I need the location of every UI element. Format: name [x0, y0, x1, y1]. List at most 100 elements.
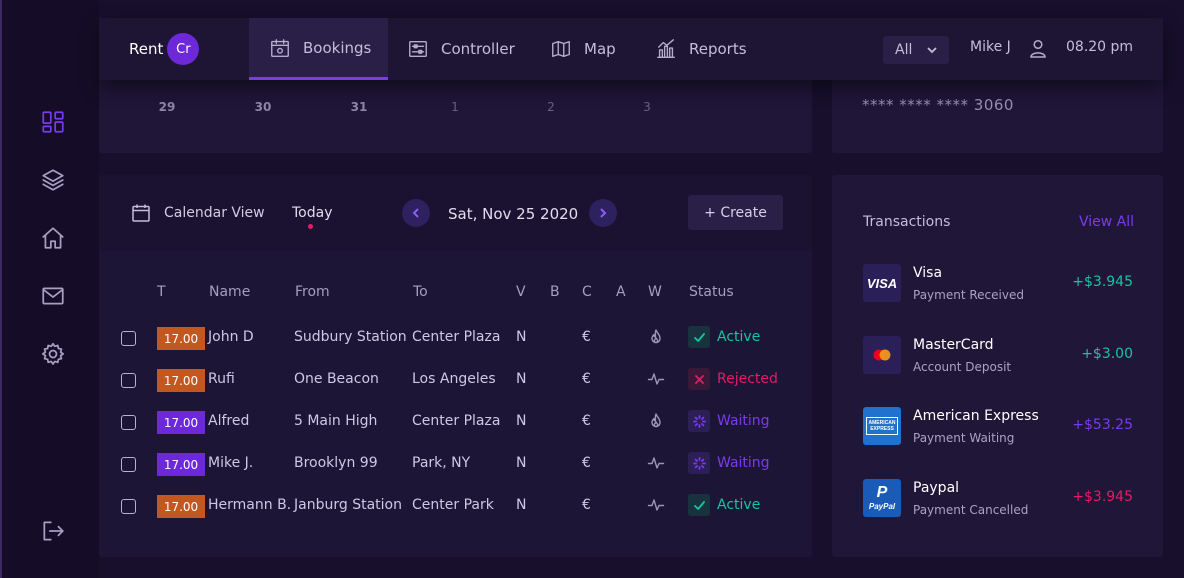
user-name[interactable]: Mike J	[970, 39, 1011, 55]
chevron-left-icon	[412, 208, 419, 218]
day-cell[interactable]: 2	[536, 100, 566, 114]
transactions-title: Transactions	[863, 214, 951, 230]
day-cell[interactable]: 3	[632, 100, 662, 114]
from-cell: One Beacon	[294, 371, 379, 387]
column-header-status: Status	[689, 284, 734, 300]
tab-bookings[interactable]: Bookings	[249, 18, 388, 80]
create-label: + Create	[704, 204, 767, 221]
brand-logo[interactable]: Rent Cr	[129, 33, 200, 65]
check-icon	[688, 494, 710, 516]
layers-icon[interactable]	[39, 166, 67, 194]
clock: 08.20 pm	[1066, 39, 1134, 55]
column-header-name: Name	[209, 284, 251, 300]
to-cell: Los Angeles	[412, 371, 496, 387]
table-row[interactable]: 17.00 John D Sudbury Station Center Plaz…	[99, 316, 812, 358]
transaction-amount: +$3.945	[1072, 489, 1133, 505]
dashboard-icon[interactable]	[39, 108, 67, 136]
transaction-name: American Express	[913, 408, 1039, 424]
current-date: Sat, Nov 25 2020	[448, 205, 579, 223]
transaction-item[interactable]: P PayPal Paypal Payment Cancelled +$3.94…	[832, 479, 1163, 539]
tab-map[interactable]: Map	[550, 18, 616, 80]
today-button[interactable]: Today	[292, 205, 333, 221]
row-checkbox[interactable]	[121, 415, 136, 430]
bookings-header: Calendar View Today Sat, Nov 25 2020 + C…	[99, 175, 812, 251]
row-checkbox[interactable]	[121, 331, 136, 346]
v-cell: N	[516, 455, 527, 471]
transaction-item[interactable]: VISA Visa Payment Received +$3.945	[832, 264, 1163, 324]
from-cell: Brooklyn 99	[294, 455, 378, 471]
transaction-item[interactable]: AMERICAN EXPRESS American Express Paymen…	[832, 407, 1163, 467]
v-cell: N	[516, 497, 527, 513]
filter-value: All	[895, 42, 913, 58]
user-icon[interactable]	[1028, 38, 1048, 58]
transaction-subtitle: Payment Waiting	[913, 431, 1015, 445]
paypal-logo: P PayPal	[863, 479, 901, 517]
filter-select[interactable]: All	[883, 36, 949, 64]
table-row[interactable]: 17.00 Hermann B. Janburg Station Center …	[99, 484, 812, 526]
column-header-from: From	[295, 284, 330, 300]
to-cell: Center Plaza	[412, 413, 501, 429]
calendar-view-button[interactable]: Calendar View	[131, 203, 265, 223]
name-cell: Alfred	[208, 413, 250, 429]
to-cell: Park, NY	[412, 455, 471, 471]
v-cell: N	[516, 413, 527, 429]
c-cell: €	[582, 413, 591, 429]
from-cell: Sudbury Station	[294, 329, 407, 345]
prev-date-button[interactable]	[402, 199, 430, 227]
spinner-icon	[688, 410, 710, 432]
row-checkbox[interactable]	[121, 499, 136, 514]
pulse-icon	[647, 496, 665, 514]
c-cell: €	[582, 497, 591, 513]
chevron-down-icon	[927, 47, 937, 54]
status-badge: Active	[688, 326, 760, 348]
flame-icon	[647, 412, 665, 430]
v-cell: N	[516, 329, 527, 345]
view-all-link[interactable]: View All	[1079, 214, 1134, 230]
time-badge: 17.00	[157, 369, 205, 392]
c-cell: €	[582, 371, 591, 387]
status-badge: Waiting	[688, 452, 770, 474]
tab-reports[interactable]: Reports	[655, 18, 747, 80]
name-cell: Hermann B.	[208, 497, 292, 513]
transaction-subtitle: Payment Cancelled	[913, 503, 1029, 517]
spinner-icon	[688, 452, 710, 474]
transaction-name: Visa	[913, 265, 943, 281]
row-checkbox[interactable]	[121, 373, 136, 388]
mail-icon[interactable]	[39, 282, 67, 310]
paypal-p-glyph: P	[876, 484, 888, 501]
day-cell[interactable]: 30	[248, 100, 278, 114]
bar-chart-icon	[657, 39, 675, 58]
transaction-subtitle: Payment Received	[913, 288, 1024, 302]
home-icon[interactable]	[39, 224, 67, 252]
check-icon	[688, 326, 710, 348]
column-header-w: W	[648, 284, 662, 300]
create-button[interactable]: + Create	[688, 195, 783, 230]
name-cell: John D	[208, 329, 254, 345]
calendar-icon	[132, 204, 150, 222]
visa-logo: VISA	[863, 264, 901, 302]
visa-logo-text: VISA	[866, 275, 898, 291]
day-cell[interactable]: 29	[152, 100, 182, 114]
calendar-view-label: Calendar View	[164, 205, 265, 221]
close-icon	[688, 368, 710, 390]
time-badge: 17.00	[157, 327, 205, 350]
table-row[interactable]: 17.00 Rufi One Beacon Los Angeles N € Re…	[99, 358, 812, 400]
gear-icon[interactable]	[39, 340, 67, 368]
brand-text: Rent	[129, 40, 164, 58]
transaction-item[interactable]: MasterCard Account Deposit +$3.00	[832, 336, 1163, 396]
table-row[interactable]: 17.00 Mike J. Brooklyn 99 Park, NY N € W…	[99, 442, 812, 484]
transactions-card: Transactions View All VISA Visa Payment …	[832, 175, 1163, 557]
column-header-v: V	[516, 284, 526, 300]
table-row[interactable]: 17.00 Alfred 5 Main High Center Plaza N …	[99, 400, 812, 442]
from-cell: Janburg Station	[294, 497, 402, 513]
tab-controller[interactable]: Controller	[407, 18, 515, 80]
to-cell: Center Park	[412, 497, 494, 513]
card-number: **** **** **** 3060	[862, 96, 1014, 114]
status-text: Active	[717, 497, 761, 513]
next-date-button[interactable]	[589, 199, 617, 227]
day-cell[interactable]: 31	[344, 100, 374, 114]
logout-icon[interactable]	[39, 517, 67, 545]
day-cell[interactable]: 1	[440, 100, 470, 114]
row-checkbox[interactable]	[121, 457, 136, 472]
calendar-icon	[271, 38, 289, 57]
